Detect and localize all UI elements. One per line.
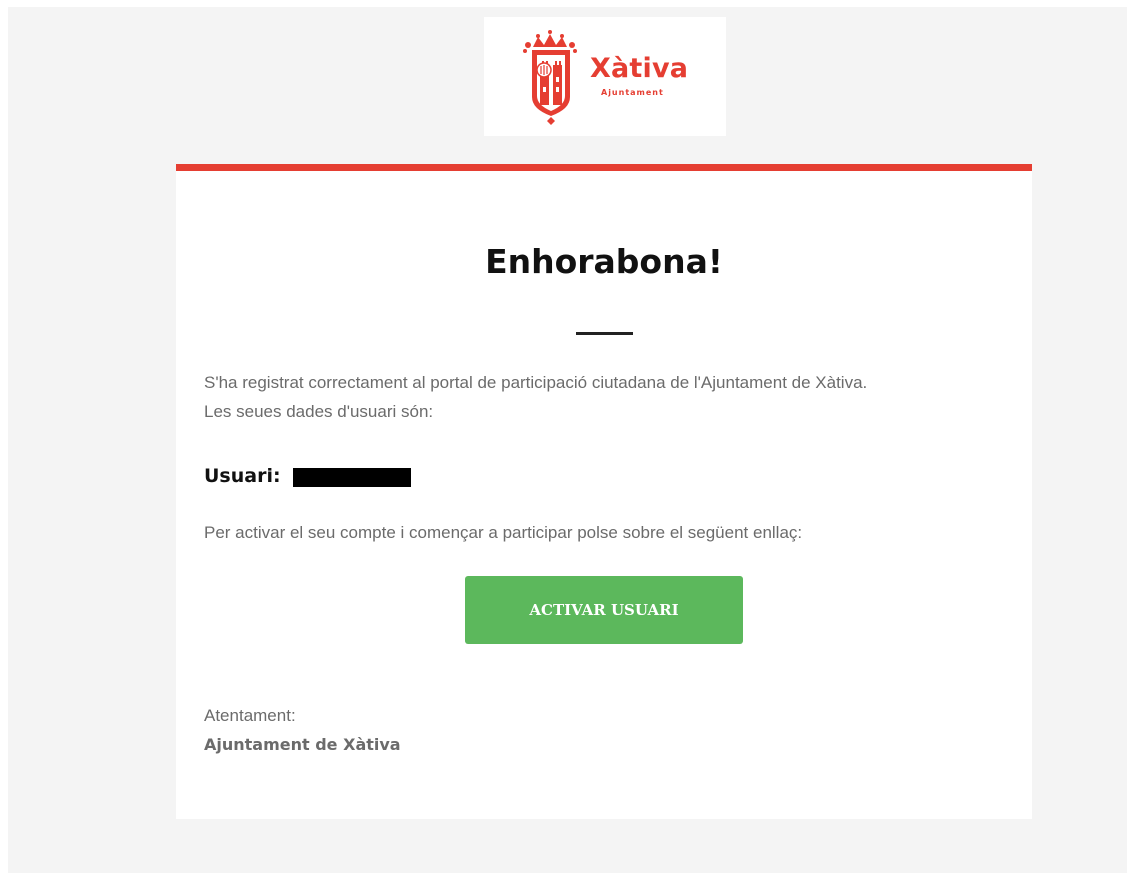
email-card: Enhorabona! S'ha registrat correctament … [176,164,1032,819]
signature: Ajuntament de Xàtiva [204,735,401,754]
email-canvas: Xàtiva Ajuntament Enhorabona! S'ha regis… [8,7,1127,873]
logo: Xàtiva Ajuntament [484,17,726,136]
logo-subtitle: Ajuntament [601,88,664,97]
signoff: Atentament: [204,706,296,725]
logo-title: Xàtiva [590,53,689,84]
intro-line-2: Les seues dades d'usuari són: [204,402,434,421]
activate-user-button[interactable]: ACTIVAR USUARI [465,576,743,644]
card-accent-bar [176,164,1032,171]
activate-instructions: Per activar el seu compte i començar a p… [204,523,803,542]
title-divider [576,332,633,335]
intro-line-1: S'ha registrat correctament al portal de… [204,373,868,392]
email-title: Enhorabona! [485,242,723,281]
user-label: Usuari: [204,465,281,487]
redacted-username [293,468,411,487]
